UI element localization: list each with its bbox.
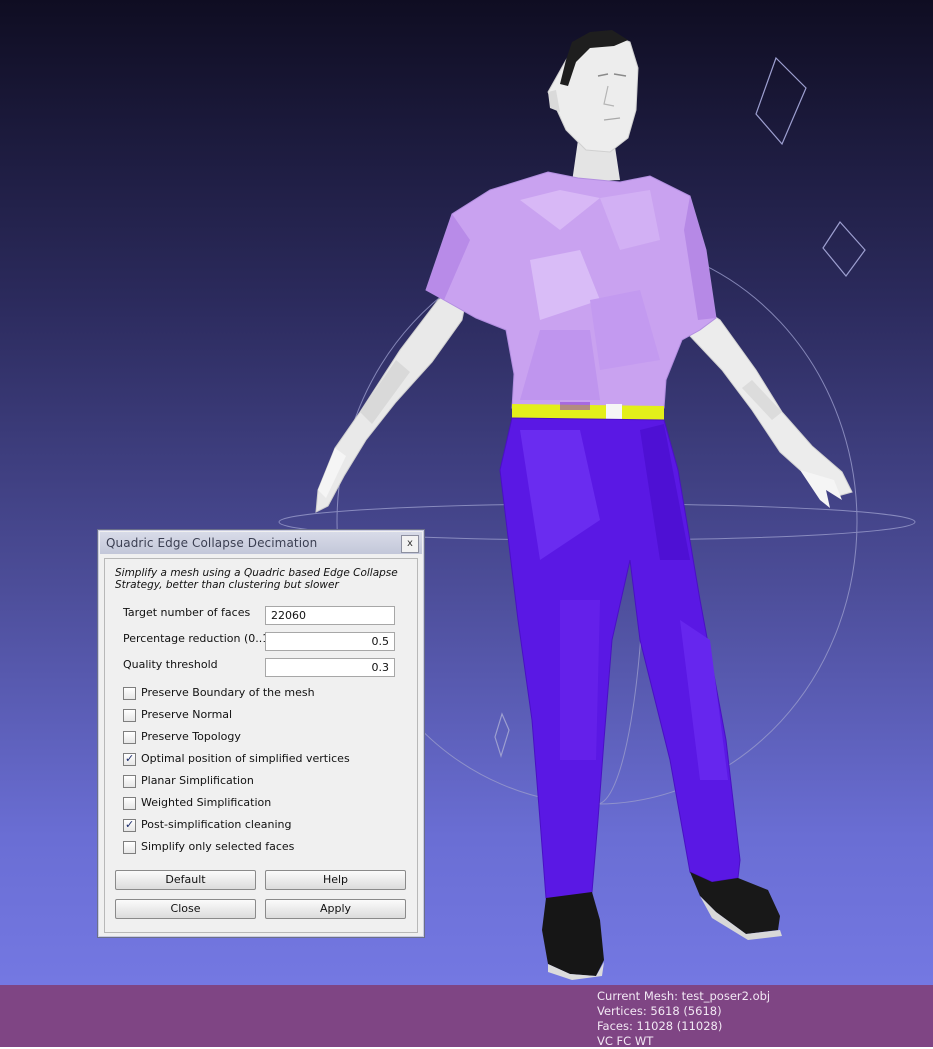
current-mesh-text: Current Mesh: test_poser2.obj <box>597 989 771 1003</box>
filter-description: Simplify a mesh using a Quadric based Ed… <box>115 567 398 591</box>
checkmark-icon: ✓ <box>125 752 135 765</box>
checkbox-box[interactable]: ✓ <box>123 752 136 766</box>
shirt <box>425 171 717 409</box>
close-button[interactable]: Close <box>115 899 256 919</box>
checkbox-box[interactable]: ✓ <box>123 818 136 832</box>
percentage-reduction-input[interactable]: 0.5 <box>265 632 395 651</box>
dialog-titlebar[interactable]: Quadric Edge Collapse Decimation x <box>100 532 422 554</box>
checkmark-icon: ✓ <box>125 818 135 831</box>
target-faces-input[interactable]: 22060 <box>265 606 395 625</box>
checkbox-box[interactable] <box>123 687 136 700</box>
checkbox-label: Preserve Boundary of the mesh <box>141 686 315 699</box>
vertices-text: Vertices: 5618 (5618) <box>597 1004 722 1018</box>
decimation-dialog[interactable]: Quadric Edge Collapse Decimation x Simpl… <box>97 529 425 938</box>
head <box>547 30 639 182</box>
percentage-reduction-label: Percentage reduction (0..1) <box>123 632 274 645</box>
checkbox-label: Planar Simplification <box>141 774 254 787</box>
close-icon[interactable]: x <box>401 535 419 553</box>
status-bar: Current Mesh: test_poser2.obj Vertices: … <box>0 985 933 1049</box>
checkbox-box[interactable] <box>123 775 136 788</box>
default-button[interactable]: Default <box>115 870 256 890</box>
checkbox-label: Optimal position of simplified vertices <box>141 752 350 765</box>
target-faces-label: Target number of faces <box>123 606 251 619</box>
checkbox-box[interactable] <box>123 797 136 810</box>
right-arm <box>689 299 853 508</box>
checkbox-box[interactable] <box>123 841 136 854</box>
checkbox-box[interactable] <box>123 709 136 722</box>
dialog-body: Simplify a mesh using a Quadric based Ed… <box>104 558 418 933</box>
dialog-title: Quadric Edge Collapse Decimation <box>106 536 318 550</box>
checkbox-label: Preserve Normal <box>141 708 233 721</box>
quality-threshold-label: Quality threshold <box>123 658 218 671</box>
help-button[interactable]: Help <box>265 870 406 890</box>
faces-text: Faces: 11028 (11028) <box>597 1019 723 1033</box>
checkbox-label: Post-simplification cleaning <box>141 818 292 831</box>
checkbox-label: Weighted Simplification <box>141 796 272 809</box>
checkbox-label: Preserve Topology <box>141 730 241 743</box>
pants <box>499 417 741 905</box>
checkbox-label: Simplify only selected faces <box>141 840 295 853</box>
mesh-info: Current Mesh: test_poser2.obj Vertices: … <box>597 989 770 1049</box>
quality-threshold-input[interactable]: 0.3 <box>265 658 395 677</box>
left-arm <box>315 278 471 513</box>
checkbox-box[interactable] <box>123 731 136 744</box>
3d-viewport[interactable]: Quadric Edge Collapse Decimation x Simpl… <box>0 0 933 985</box>
apply-button[interactable]: Apply <box>265 899 406 919</box>
